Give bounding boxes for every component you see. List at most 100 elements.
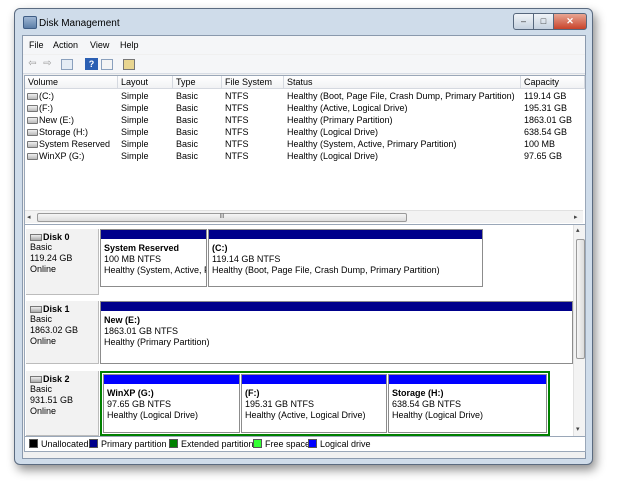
table-row[interactable]: System Reserved Simple Basic NTFS Health…: [25, 138, 585, 150]
cell-type: Basic: [176, 103, 199, 113]
help-icon[interactable]: ?: [85, 58, 98, 70]
cell-status: Healthy (Logical Drive): [287, 127, 379, 137]
cell-status: Healthy (Logical Drive): [287, 151, 379, 161]
table-row[interactable]: WinXP (G:) Simple Basic NTFS Healthy (Lo…: [25, 150, 585, 162]
column-header-status[interactable]: Status: [284, 76, 521, 89]
primary-partition-bar: [209, 230, 482, 239]
vertical-scrollbar[interactable]: ▴ ▾: [573, 225, 585, 436]
menu-file[interactable]: File: [29, 40, 44, 50]
maximize-button[interactable]: □: [533, 13, 554, 30]
cell-file-system: NTFS: [225, 91, 249, 101]
cell-layout: Simple: [121, 127, 149, 137]
close-button[interactable]: ✕: [553, 13, 587, 30]
partition-name: WinXP (G:): [107, 388, 154, 398]
disk-status: Online: [30, 336, 57, 346]
disk-status: Online: [30, 264, 57, 274]
disk-2-label[interactable]: Disk 2 Basic 931.51 GB Online: [26, 371, 99, 436]
cell-layout: Simple: [121, 115, 149, 125]
drive-icon: [27, 153, 38, 160]
settings-icon[interactable]: [123, 59, 135, 70]
toolbar: ⇦ ⇨ ?: [23, 55, 585, 74]
legend-item-free-space: Free space: [253, 439, 310, 449]
partition-name: (F:): [245, 388, 260, 398]
disk-graphical-view: Disk 0 Basic 119.24 GB Online System Res…: [24, 224, 586, 437]
primary-partition-bar: [101, 302, 572, 311]
scroll-up-icon[interactable]: ▴: [576, 226, 580, 234]
scroll-down-icon[interactable]: ▾: [576, 425, 580, 433]
logical-drive-bar: [242, 375, 386, 384]
partition-status: Healthy (Logical Drive): [392, 410, 484, 420]
legend-swatch: [89, 439, 98, 448]
partition-name: New (E:): [104, 315, 140, 325]
menu-bar: File Action View Help: [23, 36, 585, 54]
partition-size: 97.65 GB NTFS: [107, 399, 172, 409]
forward-icon[interactable]: ⇨: [41, 58, 54, 70]
table-row[interactable]: New (E:) Simple Basic NTFS Healthy (Prim…: [25, 114, 585, 126]
legend-swatch: [253, 439, 262, 448]
menu-action[interactable]: Action: [53, 40, 78, 50]
column-header-layout[interactable]: Layout: [118, 76, 173, 89]
cell-status: Healthy (Boot, Page File, Crash Dump, Pr…: [287, 91, 515, 101]
partition-g[interactable]: WinXP (G:) 97.65 GB NTFS Healthy (Logica…: [103, 374, 240, 433]
cell-capacity: 119.14 GB: [524, 91, 567, 101]
cell-status: Healthy (Primary Partition): [287, 115, 393, 125]
cell-file-system: NTFS: [225, 115, 249, 125]
legend-swatch: [169, 439, 178, 448]
disk-type: Basic: [30, 384, 53, 394]
cell-capacity: 195.31 GB: [524, 103, 568, 113]
column-header-file-system[interactable]: File System: [222, 76, 284, 89]
console-tree-icon[interactable]: [61, 59, 73, 70]
legend-label: Primary partition: [101, 439, 167, 449]
menu-help[interactable]: Help: [120, 40, 139, 50]
column-header-type[interactable]: Type: [173, 76, 222, 89]
table-row[interactable]: (C:) Simple Basic NTFS Healthy (Boot, Pa…: [25, 90, 585, 102]
cell-layout: Simple: [121, 139, 149, 149]
drive-icon: [27, 93, 38, 100]
partition-c[interactable]: (C:) 119.14 GB NTFS Healthy (Boot, Page …: [208, 229, 483, 287]
legend-item-primary: Primary partition: [89, 439, 167, 449]
partition-h[interactable]: Storage (H:) 638.54 GB NTFS Healthy (Log…: [388, 374, 547, 433]
cell-volume: Storage (H:): [39, 127, 89, 137]
back-icon[interactable]: ⇦: [26, 58, 39, 70]
scroll-left-icon[interactable]: ◂: [27, 213, 31, 221]
cell-status: Healthy (System, Active, Primary Partiti…: [287, 139, 457, 149]
legend-item-unallocated: Unallocated: [29, 439, 89, 449]
legend: Unallocated Primary partition Extended p…: [24, 436, 586, 452]
disk-type: Basic: [30, 242, 53, 252]
partition-e[interactable]: New (E:) 1863.01 GB NTFS Healthy (Primar…: [100, 301, 573, 364]
disk-icon: [30, 306, 42, 313]
partition-system-reserved[interactable]: System Reserved 100 MB NTFS Healthy (Sys…: [100, 229, 207, 287]
partition-f[interactable]: (F:) 195.31 GB NTFS Healthy (Active, Log…: [241, 374, 387, 433]
title-bar[interactable]: Disk Management – □ ✕: [15, 9, 592, 35]
table-row[interactable]: (F:) Simple Basic NTFS Healthy (Active, …: [25, 102, 585, 114]
column-header-capacity[interactable]: Capacity: [521, 76, 585, 89]
horizontal-scroll-thumb[interactable]: III: [37, 213, 407, 222]
partition-size: 119.14 GB NTFS: [212, 254, 281, 264]
horizontal-scrollbar[interactable]: ◂ III ▸: [25, 210, 583, 223]
volume-list: Volume Layout Type File System Status Ca…: [24, 75, 586, 225]
disk-icon: [30, 234, 42, 241]
cell-type: Basic: [176, 91, 199, 101]
legend-label: Logical drive: [320, 439, 371, 449]
partition-name: System Reserved: [104, 243, 180, 253]
cell-layout: Simple: [121, 151, 149, 161]
disk-1-label[interactable]: Disk 1 Basic 1863.02 GB Online: [26, 301, 99, 364]
partition-size: 100 MB NTFS: [104, 254, 162, 264]
scroll-right-icon[interactable]: ▸: [574, 213, 578, 221]
cell-layout: Simple: [121, 103, 149, 113]
cell-type: Basic: [176, 151, 199, 161]
minimize-button[interactable]: –: [513, 13, 534, 30]
cell-file-system: NTFS: [225, 103, 249, 113]
properties-icon[interactable]: [101, 59, 113, 70]
menu-view[interactable]: View: [90, 40, 109, 50]
partition-size: 195.31 GB NTFS: [245, 399, 315, 409]
table-row[interactable]: Storage (H:) Simple Basic NTFS Healthy (…: [25, 126, 585, 138]
disk-0-label[interactable]: Disk 0 Basic 119.24 GB Online: [26, 229, 99, 295]
cell-type: Basic: [176, 115, 199, 125]
extended-partition[interactable]: WinXP (G:) 97.65 GB NTFS Healthy (Logica…: [100, 371, 550, 436]
vertical-scroll-thumb[interactable]: [576, 239, 585, 359]
partition-status: Healthy (Logical Drive): [107, 410, 199, 420]
partition-name: (C:): [212, 243, 228, 253]
column-header-volume[interactable]: Volume: [25, 76, 118, 89]
cell-type: Basic: [176, 139, 199, 149]
